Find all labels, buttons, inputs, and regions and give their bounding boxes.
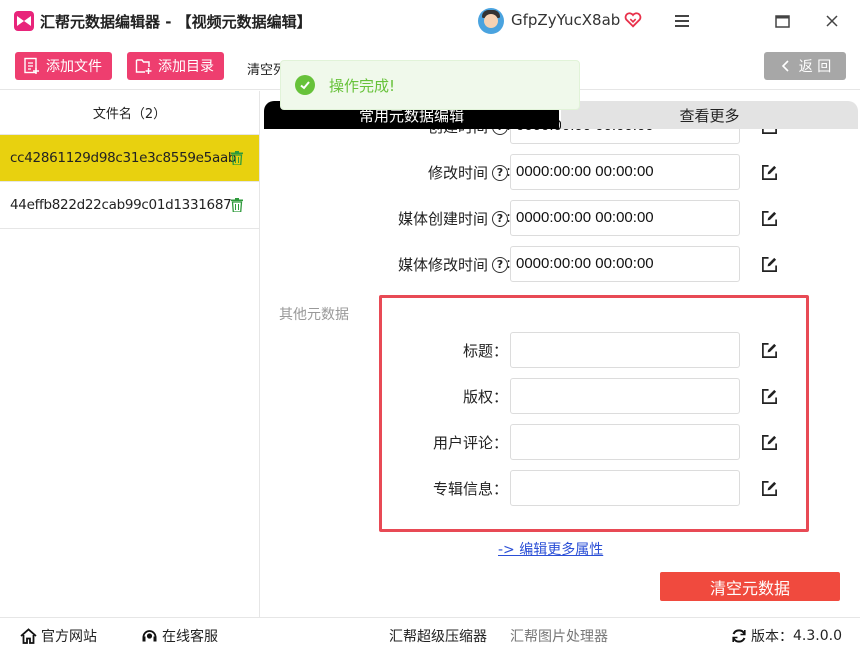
- edit-icon[interactable]: [761, 342, 778, 359]
- copyright-row: 版权：: [261, 378, 860, 414]
- comment-label: 用户评论：: [432, 434, 508, 452]
- file-list-header: 文件名（2）: [0, 91, 259, 135]
- home-icon: [20, 628, 37, 644]
- album-row: 专辑信息：: [261, 470, 860, 506]
- maximize-icon[interactable]: [770, 9, 794, 33]
- version-info[interactable]: 版本： 4.3.0.0: [731, 626, 842, 646]
- title-bar: 汇帮元数据编辑器 - 【视频元数据编辑】 GfpZyYucX8ab: [0, 0, 860, 42]
- edit-icon[interactable]: [761, 434, 778, 451]
- title-field[interactable]: [510, 332, 740, 368]
- app-logo: [14, 11, 34, 31]
- image-tool-link[interactable]: 汇帮图片处理器: [510, 626, 608, 646]
- add-file-button[interactable]: 添加文件: [15, 52, 112, 80]
- window-title: 汇帮元数据编辑器 - 【视频元数据编辑】: [40, 13, 312, 31]
- media-created-time-row: 媒体创建时间? : 0000:00:00 00:00:00: [261, 200, 860, 236]
- official-website-link[interactable]: 官方网站: [20, 626, 97, 646]
- refresh-icon: [732, 629, 746, 643]
- menu-icon[interactable]: [670, 9, 694, 33]
- clear-metadata-button[interactable]: 清空元数据: [660, 572, 840, 601]
- file-list-item[interactable]: 44effb822d22cab99c01d1331687: [0, 182, 259, 229]
- modified-time-row: 修改时间? : 0000:00:00 00:00:00: [261, 154, 860, 190]
- trash-icon[interactable]: [231, 151, 243, 165]
- file-name: cc42861129d98c31e3c8559e5aab: [10, 150, 237, 166]
- check-circle-icon: [295, 75, 315, 95]
- media-created-time-label: 媒体创建时间?: [398, 208, 508, 229]
- add-directory-button[interactable]: 添加目录: [127, 52, 224, 80]
- copyright-label: 版权：: [462, 388, 508, 406]
- album-field[interactable]: [510, 470, 740, 506]
- edit-icon[interactable]: [761, 480, 778, 497]
- modified-time-field[interactable]: 0000:00:00 00:00:00: [510, 154, 740, 190]
- add-folder-icon: [135, 59, 152, 74]
- tab-view-more[interactable]: 查看更多: [561, 101, 858, 129]
- add-file-label: 添加文件: [46, 59, 102, 75]
- avatar[interactable]: [478, 8, 504, 34]
- edit-more-properties-link[interactable]: -> 编辑更多属性: [498, 539, 603, 559]
- media-modified-time-field[interactable]: 0000:00:00 00:00:00: [510, 246, 740, 282]
- chevron-left-icon: [781, 60, 789, 72]
- metadata-editor-panel: 常用元数据编辑 查看更多 创建时间? : 0000:00:00 00:00:00…: [261, 91, 860, 617]
- media-modified-time-row: 媒体修改时间? : 0000:00:00 00:00:00: [261, 246, 860, 282]
- add-file-icon: [24, 57, 39, 74]
- online-support-link[interactable]: 在线客服: [141, 626, 218, 646]
- media-created-time-field[interactable]: 0000:00:00 00:00:00: [510, 200, 740, 236]
- vip-heart-icon[interactable]: [624, 11, 642, 29]
- file-name: 44effb822d22cab99c01d1331687: [10, 197, 232, 213]
- file-list-sidebar: 文件名（2） cc42861129d98c31e3c8559e5aab 44ef…: [0, 91, 260, 617]
- headset-icon: [142, 630, 157, 642]
- close-icon[interactable]: [820, 9, 844, 33]
- comment-row: 用户评论：: [261, 424, 860, 460]
- edit-icon[interactable]: [761, 388, 778, 405]
- username[interactable]: GfpZyYucX8ab: [511, 11, 620, 29]
- edit-icon[interactable]: [761, 210, 778, 227]
- media-modified-time-label: 媒体修改时间?: [398, 254, 508, 275]
- add-directory-label: 添加目录: [158, 59, 214, 75]
- title-row: 标题：: [261, 332, 860, 368]
- album-label: 专辑信息：: [432, 480, 508, 498]
- toast-message: 操作完成!: [329, 76, 396, 95]
- title-label: 标题：: [462, 342, 508, 360]
- comment-field[interactable]: [510, 424, 740, 460]
- other-metadata-label: 其他元数据: [279, 307, 349, 323]
- back-button[interactable]: 返 回: [764, 52, 846, 80]
- edit-icon[interactable]: [761, 256, 778, 273]
- back-label: 返 回: [798, 59, 832, 75]
- footer: 官方网站 在线客服 汇帮超级压缩器 汇帮图片处理器 版本： 4.3.0.0: [0, 617, 860, 650]
- file-list-item[interactable]: cc42861129d98c31e3c8559e5aab: [0, 135, 259, 182]
- copyright-field[interactable]: [510, 378, 740, 414]
- modified-time-label: 修改时间?: [428, 162, 508, 183]
- trash-icon[interactable]: [231, 198, 243, 212]
- compressor-link[interactable]: 汇帮超级压缩器: [389, 626, 487, 646]
- edit-icon[interactable]: [761, 164, 778, 181]
- success-toast: 操作完成!: [280, 60, 580, 110]
